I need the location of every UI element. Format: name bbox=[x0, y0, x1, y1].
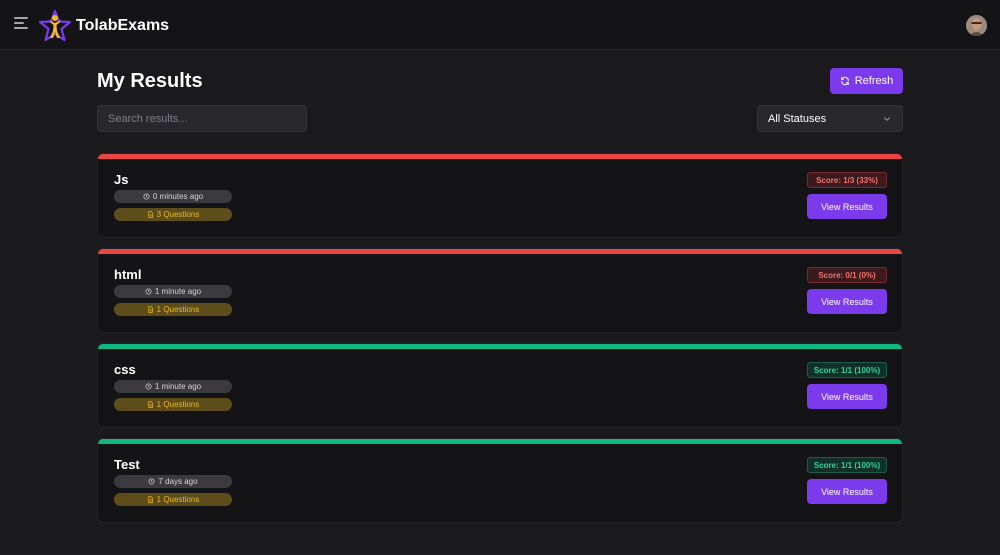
clock-icon bbox=[145, 288, 152, 295]
result-card: html 1 minute ago 1 Questions Score: 0/1… bbox=[97, 248, 903, 333]
time-badge: 7 days ago bbox=[114, 475, 232, 488]
top-bar: TolabExams bbox=[0, 0, 1000, 50]
search-input[interactable] bbox=[97, 105, 307, 132]
score-badge: Score: 1/3 (33%) bbox=[807, 172, 887, 188]
menu-icon[interactable] bbox=[14, 17, 28, 31]
time-text: 1 minute ago bbox=[154, 382, 202, 391]
score-badge: Score: 1/1 (100%) bbox=[807, 362, 887, 378]
time-text: 7 days ago bbox=[158, 477, 198, 486]
page-title: My Results bbox=[97, 70, 203, 92]
document-icon bbox=[148, 306, 153, 313]
questions-badge: 1 Questions bbox=[114, 303, 232, 316]
view-results-button[interactable]: View Results bbox=[807, 384, 887, 409]
questions-text: 1 Questions bbox=[156, 400, 200, 409]
refresh-button[interactable]: Refresh bbox=[830, 68, 903, 94]
status-filter-value: All Statuses bbox=[768, 112, 827, 125]
time-badge: 1 minute ago bbox=[114, 285, 232, 298]
status-bar bbox=[98, 439, 902, 444]
questions-text: 3 Questions bbox=[156, 210, 200, 219]
chevron-down-icon bbox=[883, 116, 891, 121]
result-title: css bbox=[114, 362, 136, 377]
questions-badge: 3 Questions bbox=[114, 208, 232, 221]
questions-text: 1 Questions bbox=[156, 495, 200, 504]
result-card: Js 0 minutes ago 3 Questions Score: 1/3 … bbox=[97, 153, 903, 238]
time-text: 1 minute ago bbox=[154, 287, 202, 296]
clock-icon bbox=[145, 383, 152, 390]
avatar-image bbox=[966, 15, 987, 36]
refresh-label: Refresh bbox=[854, 75, 894, 87]
view-results-button[interactable]: View Results bbox=[807, 194, 887, 219]
result-card: css 1 minute ago 1 Questions Score: 1/1 … bbox=[97, 343, 903, 428]
score-badge: Score: 1/1 (100%) bbox=[807, 457, 887, 473]
time-badge: 1 minute ago bbox=[114, 380, 232, 393]
clock-icon bbox=[148, 478, 155, 485]
document-icon bbox=[148, 401, 153, 408]
score-badge: Score: 0/1 (0%) bbox=[807, 267, 887, 283]
questions-badge: 1 Questions bbox=[114, 493, 232, 506]
status-filter-select[interactable]: All Statuses bbox=[757, 105, 903, 132]
time-badge: 0 minutes ago bbox=[114, 190, 232, 203]
status-bar bbox=[98, 344, 902, 349]
time-text: 0 minutes ago bbox=[152, 192, 204, 201]
questions-text: 1 Questions bbox=[156, 305, 200, 314]
refresh-icon bbox=[840, 76, 849, 86]
result-title: Js bbox=[114, 172, 129, 187]
view-results-button[interactable]: View Results bbox=[807, 289, 887, 314]
result-card: Test 7 days ago 1 Questions Score: 1/1 (… bbox=[97, 438, 903, 523]
document-icon bbox=[148, 496, 153, 503]
status-bar bbox=[98, 249, 902, 254]
result-title: Test bbox=[114, 457, 140, 472]
result-title: html bbox=[114, 267, 142, 282]
questions-badge: 1 Questions bbox=[114, 398, 232, 411]
user-avatar[interactable] bbox=[966, 15, 987, 36]
clock-icon bbox=[143, 193, 150, 200]
document-icon bbox=[148, 211, 153, 218]
app-name: TolabExams bbox=[76, 17, 170, 34]
view-results-button[interactable]: View Results bbox=[807, 479, 887, 504]
status-bar bbox=[98, 154, 902, 159]
logo-icon bbox=[38, 9, 72, 42]
